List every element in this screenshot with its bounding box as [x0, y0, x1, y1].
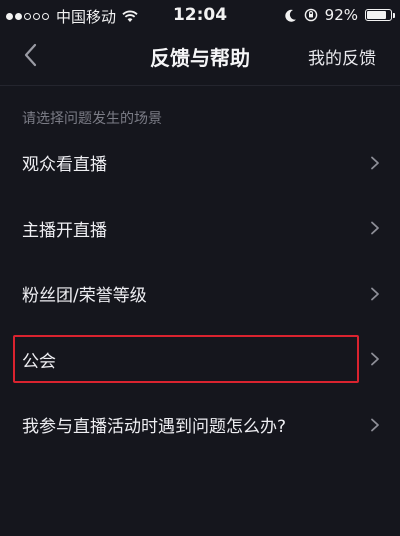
- section-hint: 请选择问题发生的场景: [22, 111, 162, 127]
- list-item-label: 我参与直播活动时遇到问题怎么办?: [22, 417, 287, 438]
- chevron-right-icon: [371, 352, 379, 366]
- chevron-left-icon: [24, 43, 37, 67]
- nav-bar: 反馈与帮助 我的反馈: [0, 30, 400, 80]
- list-item-label: 主播开直播: [22, 220, 107, 241]
- back-button[interactable]: [18, 40, 48, 70]
- battery-icon: [365, 9, 395, 21]
- battery-fill: [367, 11, 387, 19]
- list-item-host-broadcasting[interactable]: 主播开直播: [0, 196, 400, 262]
- scenario-list: 观众看直播 主播开直播 粉丝团/荣誉等级 公会 我参与直播活动时遇到问题怎么办?: [0, 130, 400, 458]
- list-item-fan-club[interactable]: 粉丝团/荣誉等级: [0, 261, 400, 327]
- status-bar: 中国移动 12:04 92%: [0, 0, 400, 30]
- chevron-right-icon: [371, 287, 379, 301]
- moon-icon: [284, 9, 296, 22]
- chevron-right-icon: [371, 418, 379, 432]
- chevron-right-icon: [371, 156, 379, 170]
- list-item-label: 粉丝团/荣誉等级: [22, 286, 147, 307]
- status-right: 92%: [284, 6, 395, 24]
- my-feedback-link[interactable]: 我的反馈: [308, 44, 376, 69]
- list-item-audience-watching[interactable]: 观众看直播: [0, 130, 400, 196]
- list-item-live-events[interactable]: 我参与直播活动时遇到问题怎么办?: [0, 392, 400, 458]
- battery-percentage: 92%: [324, 6, 358, 24]
- list-item-label: 公会: [22, 351, 56, 372]
- nav-divider: [0, 85, 400, 86]
- orientation-lock-icon: [304, 8, 317, 22]
- list-item-guild[interactable]: 公会: [0, 327, 400, 393]
- chevron-right-icon: [371, 221, 379, 235]
- list-item-label: 观众看直播: [22, 155, 107, 176]
